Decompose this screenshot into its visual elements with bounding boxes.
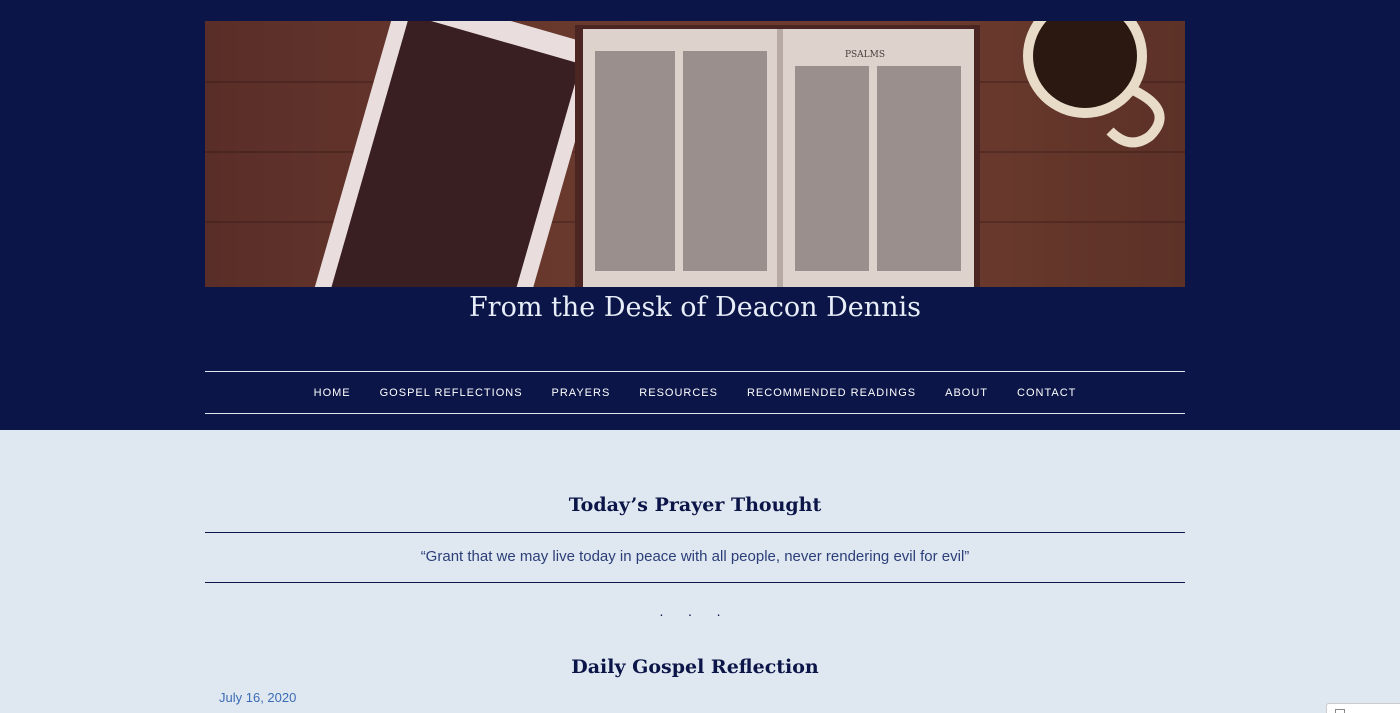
book-label: PSALMS <box>845 50 885 60</box>
nav-prayers[interactable]: PRAYERS <box>537 387 625 399</box>
gospel-section-title: Daily Gospel Reflection <box>571 656 819 678</box>
header-image[interactable]: PSALMS <box>205 21 1185 287</box>
nav-home[interactable]: HOME <box>299 387 365 399</box>
prayer-top-rule <box>205 532 1185 533</box>
prayer-bottom-rule <box>205 582 1185 583</box>
tablet-image <box>313 21 599 287</box>
nav-recommended-readings[interactable]: RECOMMENDED READINGS <box>732 387 930 399</box>
nav-contact[interactable]: CONTACT <box>1003 387 1091 399</box>
coffee-mug-image <box>1023 21 1165 148</box>
post-date-link[interactable]: July 16, 2020 <box>219 690 296 705</box>
site-title[interactable]: From the Desk of Deacon Dennis <box>205 292 1185 323</box>
follow-button[interactable] <box>1326 703 1400 713</box>
nav-resources[interactable]: RESOURCES <box>625 387 733 399</box>
section-separator: · · · <box>659 606 731 622</box>
follow-icon <box>1335 709 1345 713</box>
nav-about[interactable]: ABOUT <box>931 387 1003 399</box>
bible-image: PSALMS <box>575 25 980 287</box>
prayer-widget-title: Today’s Prayer Thought <box>568 494 822 516</box>
nav-gospel-reflections[interactable]: GOSPEL REFLECTIONS <box>365 387 537 399</box>
prayer-quote: “Grant that we may live today in peace w… <box>420 548 970 565</box>
main-navigation: HOME GOSPEL REFLECTIONS PRAYERS RESOURCE… <box>205 371 1185 414</box>
